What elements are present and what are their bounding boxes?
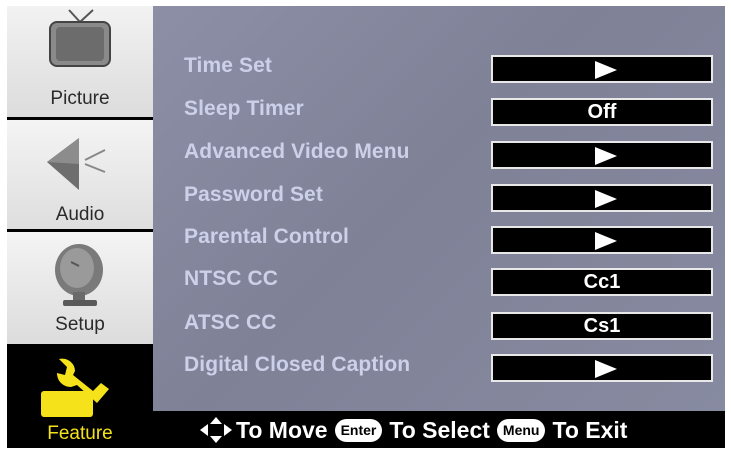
tab-label: Audio [55,204,105,225]
menu-item-advanced-video-menu[interactable]: Advanced Video Menu [153,137,725,173]
tab-label: Picture [50,88,110,109]
menu-item-parental-control[interactable]: Parental Control [153,222,725,258]
directional-pad-icon [200,417,232,443]
tab-label: Feature [47,423,113,444]
right-arrow-icon [595,360,617,378]
value-box[interactable]: Off [491,98,713,126]
menu-item-label: Sleep Timer [184,97,304,120]
move-hint: To Move [236,416,328,443]
feature-menu-panel: Time Set Sleep Timer Off Advanced Video … [153,6,725,411]
submenu-arrow-box[interactable] [491,184,713,212]
value-box[interactable]: Cs1 [491,312,713,340]
right-arrow-icon [595,232,617,250]
menu-item-ntsc-cc[interactable]: NTSC CC Cc1 [153,264,725,300]
exit-hint: To Exit [552,416,628,443]
submenu-arrow-box[interactable] [491,226,713,254]
menu-item-value: Cs1 [583,315,621,337]
footer-help-bar: To Move Enter To Select Menu To Exit [153,411,725,448]
menu-item-value: Off [587,101,617,123]
menu-item-digital-closed-caption[interactable]: Digital Closed Caption [153,350,725,386]
menu-item-label: Password Set [184,183,323,206]
tab-label: Setup [55,314,105,335]
menu-item-atsc-cc[interactable]: ATSC CC Cs1 [153,308,725,344]
submenu-arrow-box[interactable] [491,55,713,83]
right-arrow-icon [595,190,617,208]
wrench-icon [41,358,109,417]
right-arrow-icon [595,147,617,165]
menu-item-time-set[interactable]: Time Set [153,51,725,87]
right-arrow-icon [595,61,617,79]
menu-item-label: Advanced Video Menu [184,140,410,163]
tab-setup[interactable]: Setup [7,232,153,344]
tab-picture[interactable]: Picture [7,6,153,117]
menu-item-label: NTSC CC [184,267,279,290]
menu-item-label: ATSC CC [184,311,277,334]
tv-icon [49,9,111,67]
menu-item-value: Cc1 [583,271,621,293]
submenu-arrow-box[interactable] [491,354,713,382]
value-box[interactable]: Cc1 [491,268,713,296]
submenu-arrow-box[interactable] [491,141,713,169]
tab-audio[interactable]: Audio [7,120,153,229]
speaker-icon [47,138,106,190]
select-hint: To Select [389,416,490,443]
menu-item-sleep-timer[interactable]: Sleep Timer Off [153,94,725,130]
enter-key-badge: Enter [334,418,383,442]
tab-feature[interactable]: Feature [7,347,153,448]
satellite-dish-icon [55,244,103,306]
menu-item-label: Time Set [184,54,272,77]
menu-item-label: Parental Control [184,225,349,248]
menu-item-label: Digital Closed Caption [184,353,411,376]
sidebar: Picture Audio Setup Feature [7,6,153,448]
menu-item-password-set[interactable]: Password Set [153,180,725,216]
menu-key-badge: Menu [496,418,546,442]
